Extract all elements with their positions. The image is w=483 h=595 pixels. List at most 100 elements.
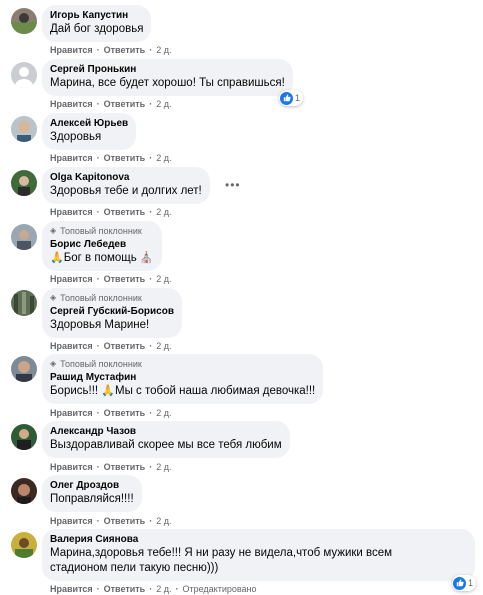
comment-author[interactable]: Olga Kapitonova [50, 171, 202, 184]
diamond-icon: ◈ [50, 293, 57, 302]
avatar[interactable] [11, 532, 37, 558]
comments-page: Игорь Капустин Дай бог здоровья Нравится… [0, 0, 483, 595]
comment-author[interactable]: Олег Дроздов [50, 479, 134, 492]
more-options-icon[interactable]: ••• [225, 178, 241, 192]
comment-author[interactable]: Рашид Мустафин [50, 371, 315, 384]
comment-author[interactable]: Александр Чазов [50, 425, 282, 438]
comment-timestamp[interactable]: 2 д. [156, 583, 171, 595]
like-button[interactable]: Нравится [50, 515, 93, 527]
like-button[interactable]: Нравится [50, 340, 93, 352]
comment-actions: Нравится · Ответить · 2 д. · Отредактиро… [50, 583, 257, 595]
comment-text: Бог в помощь [63, 252, 137, 264]
reply-button[interactable]: Ответить [104, 461, 146, 473]
top-fan-badge[interactable]: ◈ Топовый поклонник [50, 292, 174, 304]
comment-author[interactable]: Сергей Губский-Борисов [50, 305, 174, 318]
reply-button[interactable]: Ответить [104, 44, 146, 56]
comment-text-line-1: Марина,здоровья тебе!!! Я ни разу не вид… [50, 547, 393, 559]
comment-timestamp[interactable]: 2 д. [156, 461, 171, 473]
like-button[interactable]: Нравится [50, 206, 93, 218]
separator: · [149, 516, 153, 526]
like-button[interactable]: Нравится [50, 273, 93, 285]
avatar[interactable] [11, 290, 37, 316]
badge-label: Топовый поклонник [60, 226, 142, 236]
pray-emoji: 🙏 [101, 385, 115, 397]
reaction-count[interactable]: 1 [279, 90, 304, 106]
like-icon [453, 576, 466, 590]
comment-text-wrap: 🙏Бог в помощь ⛪ [50, 251, 154, 266]
like-button[interactable]: Нравится [50, 152, 93, 164]
comment-text: Выздоравливай скорее мы все тебя любим [50, 439, 282, 451]
separator: · [96, 207, 100, 217]
comment-author[interactable]: Алексей Юрьев [50, 117, 128, 130]
comment-bubble: Валерия Сиянова Марина,здоровья тебе!!! … [42, 529, 475, 581]
separator: · [96, 274, 100, 284]
separator: · [96, 341, 100, 351]
separator: · [175, 584, 179, 594]
reaction-number: 1 [468, 578, 474, 588]
comment-bubble: ◈ Топовый поклонник Сергей Губский-Борис… [42, 288, 182, 338]
comment-text-line-2: стадионом пели такую песню))) [50, 562, 219, 574]
comment-timestamp[interactable]: 2 д. [156, 152, 171, 164]
separator: · [96, 153, 100, 163]
comment-text: Поправляйся!!!! [50, 493, 134, 505]
like-button[interactable]: Нравится [50, 98, 93, 110]
avatar[interactable] [11, 224, 37, 250]
comment-bubble: Сергей Пронькин Марина, все будет хорошо… [42, 59, 293, 96]
comment-timestamp[interactable]: 2 д. [156, 273, 171, 285]
comment-actions: Нравится · Ответить · 2 д. [50, 461, 171, 473]
comment-timestamp[interactable]: 2 д. [156, 340, 171, 352]
comment-actions: Нравится · Ответить · 2 д. [50, 273, 171, 285]
like-button[interactable]: Нравится [50, 44, 93, 56]
top-fan-badge[interactable]: ◈ Топовый поклонник [50, 358, 315, 370]
reply-button[interactable]: Ответить [104, 340, 146, 352]
comment-text: Марина, все будет хорошо! Ты справишься! [50, 77, 285, 89]
comment-author[interactable]: Игорь Капустин [50, 9, 143, 22]
comment-bubble: Александр Чазов Выздоравливай скорее мы … [42, 421, 290, 458]
reply-button[interactable]: Ответить [104, 206, 146, 218]
like-button[interactable]: Нравится [50, 407, 93, 419]
separator: · [149, 584, 153, 594]
comment-timestamp[interactable]: 2 д. [156, 98, 171, 110]
diamond-icon: ◈ [50, 226, 57, 235]
like-button[interactable]: Нравится [50, 461, 93, 473]
avatar[interactable] [11, 8, 37, 34]
comment-text: Дай бог здоровья [50, 23, 144, 35]
comment-bubble: Игорь Капустин Дай бог здоровья [42, 5, 152, 42]
comment-text: Здоровья Марине! [50, 319, 150, 331]
avatar[interactable] [11, 116, 37, 142]
comment-author[interactable]: Борис Лебедев [50, 238, 154, 251]
reply-button[interactable]: Ответить [104, 515, 146, 527]
avatar[interactable] [11, 424, 37, 450]
reply-button[interactable]: Ответить [104, 152, 146, 164]
reply-button[interactable]: Ответить [104, 583, 146, 595]
reply-button[interactable]: Ответить [104, 273, 146, 285]
reply-button[interactable]: Ответить [104, 98, 146, 110]
reaction-count[interactable]: 1 [452, 575, 477, 591]
comment-timestamp[interactable]: 2 д. [156, 44, 171, 56]
top-fan-badge[interactable]: ◈ Топовый поклонник [50, 225, 154, 237]
church-emoji: ⛪ [139, 252, 154, 264]
separator: · [149, 99, 153, 109]
comment-timestamp[interactable]: 2 д. [156, 407, 171, 419]
separator: · [149, 408, 153, 418]
comment-text-start: Борись!!! [50, 385, 99, 397]
comment-author[interactable]: Валерия Сиянова [50, 533, 467, 546]
comment-text: Здоровья [50, 131, 102, 143]
comment-author[interactable]: Сергей Пронькин [50, 63, 285, 76]
separator: · [149, 153, 153, 163]
comment-actions: Нравится · Ответить · 2 д. [50, 515, 171, 527]
avatar[interactable] [11, 170, 37, 196]
badge-label: Топовый поклонник [60, 293, 142, 303]
pray-emoji: 🙏 [50, 252, 64, 264]
avatar[interactable] [11, 62, 37, 88]
avatar[interactable] [11, 478, 37, 504]
comment-actions: Нравится · Ответить · 2 д. [50, 407, 171, 419]
avatar[interactable] [11, 356, 37, 382]
separator: · [96, 516, 100, 526]
comment-timestamp[interactable]: 2 д. [156, 515, 171, 527]
edited-label[interactable]: Отредактировано [182, 583, 256, 595]
like-button[interactable]: Нравится [50, 583, 93, 595]
comment-timestamp[interactable]: 2 д. [156, 206, 171, 218]
comment-actions: Нравится · Ответить · 2 д. [50, 44, 171, 56]
reply-button[interactable]: Ответить [104, 407, 146, 419]
